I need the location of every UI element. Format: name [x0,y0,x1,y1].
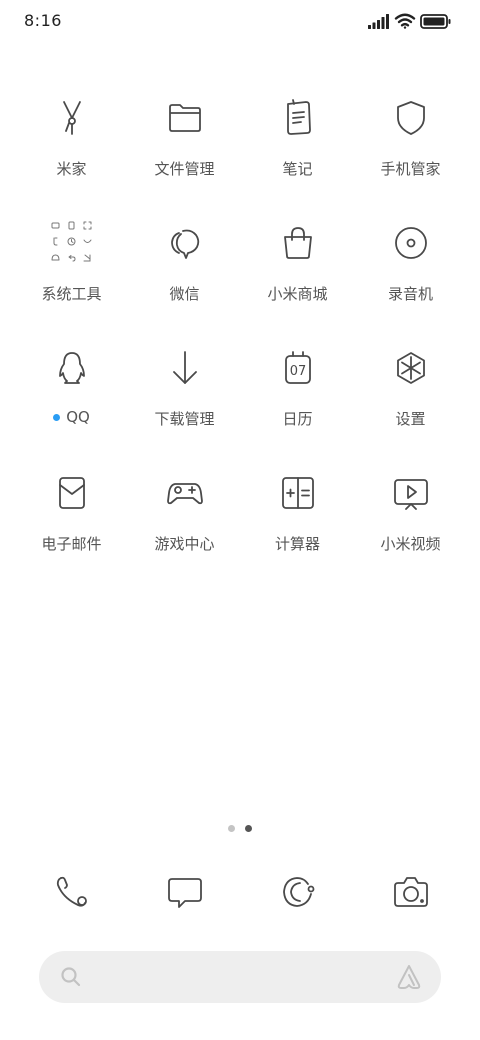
folder-icon [157,90,213,146]
app-label: 计算器 [274,535,320,553]
app-calendar[interactable]: 07 日历 [241,340,354,465]
app-label: 录音机 [387,285,433,303]
search-icon [61,967,81,987]
search-bar[interactable] [39,951,441,1005]
app-downloads[interactable]: 下载管理 [128,340,241,465]
app-security[interactable]: 手机管家 [354,90,467,215]
app-mi-store[interactable]: 小米商城 [241,215,354,340]
dock-phone[interactable] [15,862,128,922]
page-indicator[interactable] [0,825,480,832]
wifi-icon [394,13,416,29]
app-label: 系统工具 [41,285,102,303]
calendar-icon: 07 [270,340,326,396]
calculator-icon [270,465,326,521]
folder-system-tools[interactable]: 系统工具 [15,215,128,340]
app-label: 日历 [282,410,313,428]
app-qq[interactable]: QQ [15,340,128,465]
system-tools-folder-icon [44,215,100,271]
app-label: 米家 [56,160,87,178]
dock-browser[interactable] [241,862,354,922]
camera-icon [393,877,428,907]
email-icon [44,465,100,521]
download-arrow-icon [157,340,213,396]
settings-hexagon-icon [383,340,439,396]
wechat-icon [157,215,213,271]
app-label: 文件管理 [154,160,215,178]
battery-icon [420,14,451,29]
app-wechat[interactable]: 微信 [128,215,241,340]
app-grid: 米家 文件管理 笔记 手机管家 系统工具 微信 小米商城 录音机 QQ 下载管理… [15,90,467,590]
dock [15,862,467,922]
app-label: 小米商城 [267,285,328,303]
browser-icon [282,877,314,907]
status-bar: 8:16 [0,0,480,42]
recorder-icon [383,215,439,271]
qq-penguin-icon [44,340,100,396]
video-play-icon [383,465,439,521]
new-indicator-dot [53,413,61,421]
app-label: 游戏中心 [154,535,215,553]
home-screen: 8:16 米家 文件管理 笔记 手机管家 系统工具 微信 小米商城 录音机 QQ… [0,0,480,1040]
search-input[interactable] [99,951,383,1005]
app-label: 笔记 [282,160,313,178]
signal-icon [368,14,389,29]
app-label: QQ [53,408,90,426]
app-calculator[interactable]: 计算器 [241,465,354,590]
app-recorder[interactable]: 录音机 [354,215,467,340]
app-label: 电子邮件 [41,535,102,553]
app-settings[interactable]: 设置 [354,340,467,465]
calendar-day-text: 07 [289,364,306,379]
app-notes[interactable]: 笔记 [241,90,354,215]
notes-icon [270,90,326,146]
dock-messages[interactable] [128,862,241,922]
app-label: 微信 [169,285,200,303]
voice-assistant-icon[interactable] [395,963,423,991]
shield-icon [383,90,439,146]
status-icons [368,12,452,30]
app-game-center[interactable]: 游戏中心 [128,465,241,590]
app-mijia[interactable]: 米家 [15,90,128,215]
messages-icon [167,878,202,908]
app-mi-video[interactable]: 小米视频 [354,465,467,590]
app-label: 手机管家 [380,160,441,178]
app-label: 下载管理 [154,410,215,428]
app-label: 设置 [395,410,426,428]
status-time: 8:16 [24,11,62,30]
app-file-manager[interactable]: 文件管理 [128,90,241,215]
dock-camera[interactable] [354,862,467,922]
app-email[interactable]: 电子邮件 [15,465,128,590]
shopping-bag-icon [270,215,326,271]
mijia-icon [44,90,100,146]
app-label: 小米视频 [380,535,441,553]
gamepad-icon [157,465,213,521]
page-dot-active[interactable] [245,825,252,832]
phone-icon [56,876,87,907]
page-dot-inactive[interactable] [228,825,235,832]
